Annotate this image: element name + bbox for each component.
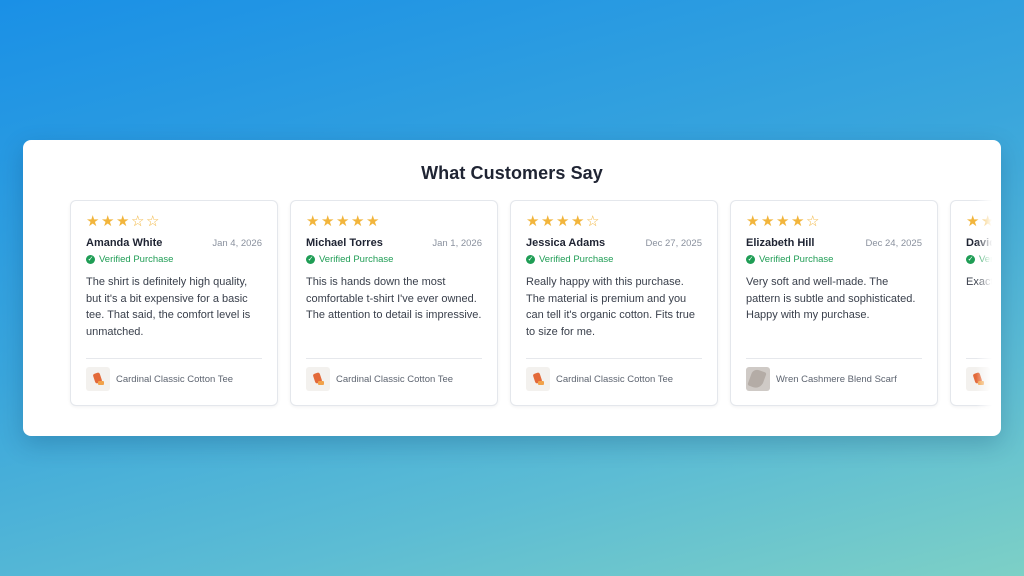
star-filled-icon: ★: [776, 213, 790, 230]
product-name: Wren Cashmere Blend Scarf: [776, 373, 897, 385]
tee-tag-icon: [538, 381, 544, 385]
review-text: This is hands down the most comfortable …: [306, 276, 482, 321]
verified-label: Verified Purchase: [539, 254, 614, 265]
review-date: Dec 27, 2025: [645, 238, 702, 249]
carousel-track: ★ ★ ★ ☆ ☆ Amanda White Jan 4, 2026 ✓ Verifie…: [70, 200, 992, 406]
star-filled-icon: ★: [336, 213, 350, 230]
card-divider: [306, 358, 482, 359]
product-thumbnail: [526, 367, 550, 391]
star-filled-icon: ★: [366, 213, 380, 230]
star-filled-icon: ★: [306, 213, 320, 230]
verified-badge: ✓ Verified Purchase: [526, 254, 702, 265]
check-circle-icon: ✓: [966, 255, 975, 264]
reviewer-name: Amanda White: [86, 237, 163, 249]
carousel-fade-left: [48, 200, 64, 412]
star-filled-icon: ★: [321, 213, 335, 230]
verified-label: Verified Purchase: [759, 254, 834, 265]
verified-label: Ver: [979, 254, 992, 265]
review-card[interactable]: ★ ★ ★ ★ ★ Michael Torres Jan 1, 2026 ✓ Verif…: [290, 200, 498, 406]
check-circle-icon: ✓: [306, 255, 315, 264]
product-link[interactable]: Cardinal Classic Cotton Tee: [526, 367, 707, 391]
reviewer-name: Elizabeth Hill: [746, 237, 815, 249]
star-filled-icon: ★: [101, 213, 115, 230]
star-filled-icon: ★: [541, 213, 555, 230]
verified-label: Verified Purchase: [99, 254, 174, 265]
product-name: Cardinal Classic Cotton Tee: [336, 373, 454, 385]
reviews-panel: What Customers Say ★ ★ ★ ☆ ☆ Amanda White Ja…: [23, 140, 1001, 436]
star-empty-icon: ☆: [131, 213, 145, 230]
star-rating: ★ ★ ★ ☆ ☆: [86, 214, 262, 230]
star-rating: ★ ★ ★ ★ ☆: [526, 214, 702, 230]
review-date: Jan 1, 2026: [432, 238, 482, 249]
review-text: Very soft and well-made. The pattern is …: [746, 276, 916, 321]
star-filled-icon: ★: [791, 213, 805, 230]
product-thumbnail: [746, 367, 770, 391]
reviewer-name: Michael Torres: [306, 237, 383, 249]
scarf-icon: [747, 368, 767, 390]
reviewer-name: Jessica Adams: [526, 237, 606, 249]
check-circle-icon: ✓: [526, 255, 535, 264]
review-date: Dec 24, 2025: [865, 238, 922, 249]
star-rating: ★ ★ ★ ★ ☆: [746, 214, 922, 230]
card-divider: [86, 358, 262, 359]
verified-badge: ✓ Verified Purchase: [86, 254, 262, 265]
star-empty-icon: ☆: [146, 213, 160, 230]
section-title: What Customers Say: [421, 163, 603, 183]
check-circle-icon: ✓: [86, 255, 95, 264]
star-filled-icon: ★: [571, 213, 585, 230]
review-text: Really happy with this purchase. The mat…: [526, 276, 696, 338]
product-link[interactable]: Cardinal Classic Cotton Tee: [306, 367, 487, 391]
reviews-carousel[interactable]: ★ ★ ★ ☆ ☆ Amanda White Jan 4, 2026 ✓ Verifie…: [48, 200, 992, 412]
reviewer-name: David: [966, 237, 992, 249]
product-link[interactable]: Cardinal Classic Cotton Tee: [86, 367, 267, 391]
star-filled-icon: ★: [116, 213, 130, 230]
tee-tag-icon: [98, 381, 104, 385]
star-filled-icon: ★: [526, 213, 540, 230]
review-date: Jan 4, 2026: [212, 238, 262, 249]
star-filled-icon: ★: [761, 213, 775, 230]
product-link[interactable]: Wren Cashmere Blend Scarf: [746, 367, 927, 391]
tee-tag-icon: [978, 381, 984, 385]
card-divider: [966, 358, 992, 359]
review-card[interactable]: ★★☆☆☆ David ✓ Ver Exact Comf desig Alrea: [950, 200, 992, 406]
product-thumbnail: [306, 367, 330, 391]
product-thumbnail: [966, 367, 990, 391]
star-filled-icon: ★: [351, 213, 365, 230]
verified-badge: ✓ Verified Purchase: [746, 254, 922, 265]
review-text: Exact Comf desig Alrea: [966, 276, 992, 288]
star-empty-icon: ☆: [806, 213, 820, 230]
verified-badge: ✓ Verified Purchase: [306, 254, 482, 265]
product-thumbnail: [86, 367, 110, 391]
star-filled-icon: ★: [86, 213, 100, 230]
verified-label: Verified Purchase: [319, 254, 394, 265]
star-filled-icon: ★: [966, 213, 980, 230]
card-divider: [526, 358, 702, 359]
star-filled-icon: ★: [556, 213, 570, 230]
product-name: Cardinal Classic Cotton Tee: [116, 373, 234, 385]
product-name: Cardinal Classic Cotton Tee: [556, 373, 674, 385]
card-divider: [746, 358, 922, 359]
star-empty-icon: ☆: [586, 213, 600, 230]
star-rating: ★★☆☆☆: [966, 214, 992, 230]
star-filled-icon: ★: [746, 213, 760, 230]
tee-tag-icon: [318, 381, 324, 385]
verified-badge: ✓ Ver: [966, 254, 992, 265]
review-card[interactable]: ★ ★ ★ ☆ ☆ Amanda White Jan 4, 2026 ✓ Verifie…: [70, 200, 278, 406]
star-filled-icon: ★: [981, 213, 992, 230]
review-card[interactable]: ★ ★ ★ ★ ☆ Jessica Adams Dec 27, 2025 ✓ Verif…: [510, 200, 718, 406]
review-text: The shirt is definitely high quality, bu…: [86, 276, 251, 338]
check-circle-icon: ✓: [746, 255, 755, 264]
star-rating: ★ ★ ★ ★ ★: [306, 214, 482, 230]
review-card[interactable]: ★ ★ ★ ★ ☆ Elizabeth Hill Dec 24, 2025 ✓ Veri…: [730, 200, 938, 406]
product-link[interactable]: [966, 367, 992, 391]
